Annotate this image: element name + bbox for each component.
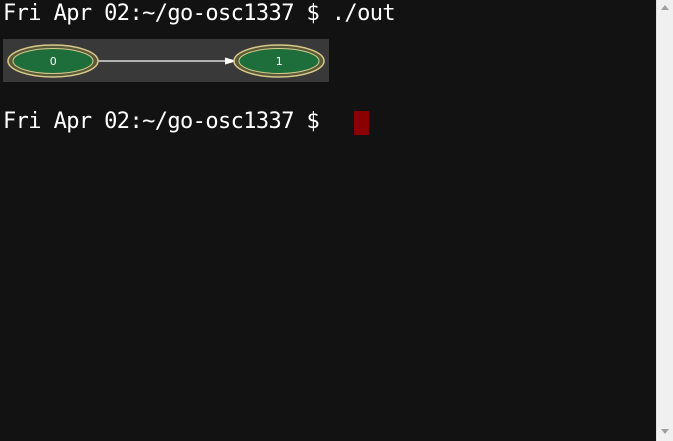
terminal-line-prompt: Fri Apr 02:~/go-osc1337 $ bbox=[3, 109, 332, 134]
scroll-up-button[interactable] bbox=[657, 0, 673, 17]
triangle-down-icon bbox=[661, 429, 669, 434]
terminal-cursor bbox=[354, 111, 369, 135]
graph-node-1-label: 1 bbox=[276, 55, 282, 68]
graph-node-0-label: 0 bbox=[50, 55, 57, 68]
graph-node-0: 0 bbox=[7, 44, 99, 78]
terminal-line-command: Fri Apr 02:~/go-osc1337 $ ./out bbox=[3, 1, 396, 26]
graph-edge bbox=[97, 57, 237, 65]
graph-node-1: 1 bbox=[233, 44, 325, 78]
scroll-down-button[interactable] bbox=[657, 424, 673, 441]
vertical-scrollbar[interactable] bbox=[656, 0, 673, 441]
terminal-window[interactable]: Fri Apr 02:~/go-osc1337 $ ./out 0 1 Fri … bbox=[0, 0, 656, 441]
triangle-up-icon bbox=[661, 5, 669, 10]
graph-image: 0 1 bbox=[3, 39, 329, 82]
